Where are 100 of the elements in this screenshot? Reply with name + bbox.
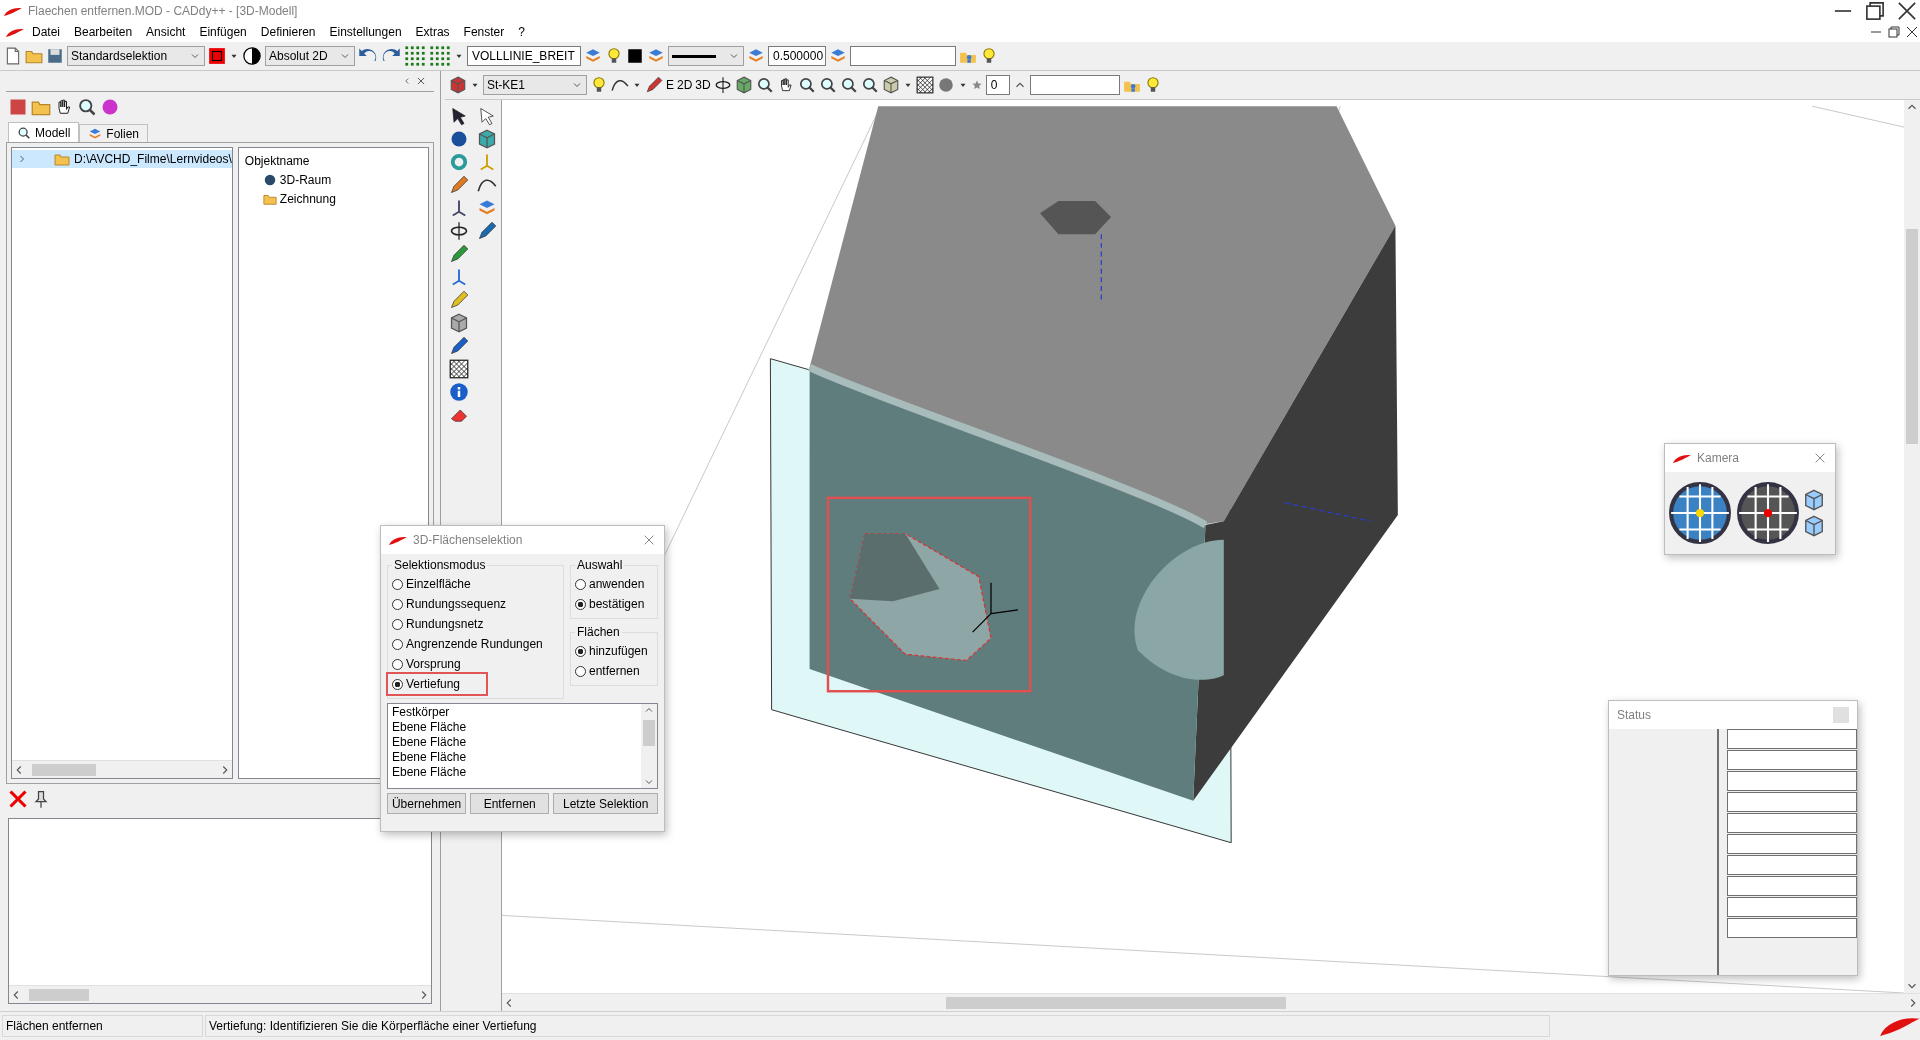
list-item[interactable]: Ebene Fläche [392, 720, 637, 735]
dot-grid-icon[interactable] [429, 45, 451, 67]
cylinder-icon[interactable] [477, 128, 497, 149]
dialog-button[interactable]: Letzte Selektion [553, 793, 658, 814]
radio-option[interactable]: Rundungsnetz [388, 614, 488, 634]
radio-option[interactable]: Vertiefung [388, 674, 487, 694]
select-arrow-icon[interactable] [449, 105, 469, 126]
scrollbar-thumb[interactable] [29, 988, 89, 1001]
menu-item[interactable]: Extras [409, 23, 456, 41]
horizontal-scrollbar[interactable] [502, 993, 1920, 1011]
menu-item[interactable]: ? [512, 23, 531, 41]
zoom-icon[interactable] [755, 76, 774, 94]
ring-icon[interactable] [449, 151, 469, 172]
object-item[interactable]: Zeichnung [238, 189, 428, 208]
select-arrow-icon[interactable] [477, 105, 497, 126]
list-item[interactable]: Ebene Fläche [392, 765, 637, 780]
new-document-icon[interactable] [4, 47, 22, 65]
zoom-icon[interactable] [839, 76, 858, 94]
cube-icon[interactable] [1803, 515, 1825, 537]
half-disc-icon[interactable] [242, 46, 262, 66]
vertical-scrollbar[interactable] [641, 704, 657, 788]
zoom-icon[interactable] [797, 76, 816, 94]
scrollbar-thumb[interactable] [1906, 229, 1918, 444]
pencil-icon[interactable] [449, 289, 469, 310]
tree-item[interactable]: D:\AVCHD_Filme\Lernvideos\ [12, 150, 232, 168]
list-item[interactable]: Ebene Fläche [392, 735, 637, 750]
restore-icon[interactable] [1886, 24, 1902, 40]
info-icon[interactable] [449, 381, 469, 402]
line-style-dropdown[interactable] [668, 46, 744, 66]
hatch-icon[interactable] [449, 358, 469, 379]
layer-dropdown[interactable]: St-KE1 [483, 75, 587, 95]
vertical-scrollbar[interactable] [1904, 100, 1920, 993]
selection-icon[interactable] [208, 47, 226, 65]
object-item[interactable]: 3D-Raum [238, 170, 428, 189]
horizontal-scrollbar[interactable] [9, 985, 431, 1003]
delete-icon[interactable] [8, 789, 28, 809]
horizontal-scrollbar[interactable] [12, 760, 232, 778]
bulb-icon[interactable] [980, 47, 998, 65]
cube-icon[interactable] [449, 76, 467, 94]
window-icon[interactable] [8, 97, 28, 117]
dialog-button[interactable]: Entfernen [470, 793, 550, 814]
menu-item[interactable]: Fenster [457, 23, 511, 41]
radio-option[interactable]: Einzelfläche [388, 574, 475, 594]
status-message: Vertiefung: Identifizieren Sie die Körperfläche einer Vertiefung [205, 1015, 1550, 1037]
menu-item[interactable]: Definieren [254, 23, 322, 41]
menu-item[interactable]: Einstellungen [323, 23, 408, 41]
coordinate-dropdown[interactable]: Absolut 2D [265, 46, 355, 66]
cube-icon[interactable] [881, 76, 900, 94]
radio-option[interactable]: entfernen [571, 661, 644, 681]
window-title: Status [1617, 708, 1653, 722]
shapes-icon[interactable] [100, 97, 120, 117]
globe-icon[interactable] [1667, 480, 1733, 546]
list-item[interactable]: Festkörper [392, 705, 637, 720]
star-icon[interactable] [970, 79, 983, 91]
radio-option[interactable]: Angrenzende Rundungen [388, 634, 547, 654]
menu-item[interactable]: Einfügen [193, 23, 253, 41]
scrollbar-thumb[interactable] [946, 996, 1286, 1009]
pencil-icon[interactable] [449, 243, 469, 264]
zoom-icon[interactable] [860, 76, 879, 94]
rotate-icon[interactable] [713, 76, 732, 94]
radio-option[interactable]: hinzufügen [571, 641, 652, 661]
group-title: Flächen [576, 625, 621, 639]
menu-item[interactable]: Ansicht [140, 23, 192, 41]
cube-icon[interactable] [1803, 489, 1825, 511]
tab[interactable]: Folien [79, 124, 149, 142]
hatch-icon[interactable] [915, 76, 934, 94]
bulb-icon[interactable] [605, 47, 623, 65]
menu-item[interactable]: Datei [26, 23, 66, 41]
pencil-icon[interactable] [449, 174, 469, 195]
sphere-icon[interactable] [936, 76, 955, 94]
input-field[interactable] [850, 46, 956, 66]
radio-option[interactable]: Rundungssequenz [388, 594, 511, 614]
radio-option[interactable]: anwenden [571, 574, 649, 594]
line-type-field[interactable]: VOLLLINIE_BREIT [467, 46, 581, 66]
input-field[interactable] [1029, 75, 1120, 95]
selection-dropdown[interactable]: Standardselektion [67, 46, 205, 66]
menu-item[interactable]: Bearbeiten [68, 23, 139, 41]
globe-icon[interactable] [1735, 480, 1801, 546]
line-width-field[interactable]: 0.500000 [768, 46, 826, 66]
cube-icon[interactable] [734, 76, 753, 94]
rotate-icon[interactable] [449, 220, 469, 241]
tab[interactable]: Modell [8, 122, 80, 142]
color-swatch-icon[interactable] [626, 47, 644, 65]
dialog-button[interactable]: Übernehmen [387, 793, 467, 814]
dot-grid-icon[interactable] [404, 45, 426, 67]
scrollbar-thumb[interactable] [643, 720, 655, 746]
list-box[interactable]: Festkörper Ebene Fläche Ebene Fläche Ebene Fläche Ebene Fläche [387, 703, 658, 789]
zoom-icon[interactable] [818, 76, 837, 94]
pencil-icon[interactable] [645, 76, 663, 94]
radio-option[interactable]: bestätigen [571, 594, 649, 614]
list-item[interactable]: Ebene Fläche [392, 750, 637, 765]
pen-icon[interactable] [477, 220, 497, 241]
bulb-icon[interactable] [590, 76, 608, 94]
counter-field[interactable]: 0 [985, 75, 1010, 95]
scrollbar-thumb[interactable] [32, 763, 96, 776]
radio-option[interactable]: Vorsprung [388, 654, 465, 674]
close-icon[interactable] [1904, 24, 1920, 40]
lens-icon[interactable] [77, 97, 97, 117]
line-icon [672, 54, 716, 58]
close-icon[interactable] [416, 76, 426, 86]
